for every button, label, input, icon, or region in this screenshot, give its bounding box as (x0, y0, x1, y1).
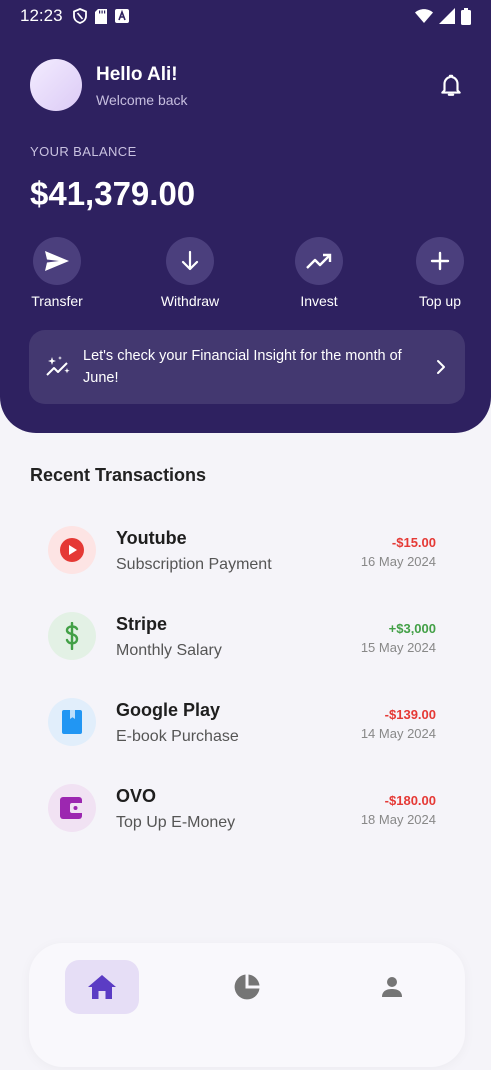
arrow-down-icon (181, 250, 199, 271)
avatar[interactable] (30, 59, 82, 111)
font-a-icon (114, 9, 129, 23)
book-icon-wrap (48, 698, 96, 746)
transfer-button[interactable]: Transfer (17, 237, 97, 309)
chevron-right-icon (437, 360, 445, 374)
wallet-icon (60, 797, 84, 819)
sd-card-icon (94, 8, 107, 24)
transfer-label: Transfer (31, 293, 83, 309)
withdraw-button[interactable]: Withdraw (150, 237, 230, 309)
plus-icon (430, 251, 450, 271)
transaction-amount: -$180.00 (384, 793, 436, 808)
transaction-description: E-book Purchase (116, 728, 239, 745)
financial-insight-card[interactable]: Let's check your Financial Insight for t… (29, 330, 465, 404)
topup-label: Top up (418, 293, 462, 309)
invest-label: Invest (300, 293, 338, 309)
invest-button[interactable]: Invest (279, 237, 359, 309)
transaction-name: OVO (116, 786, 157, 806)
send-icon (45, 251, 69, 271)
pie-chart-icon (234, 974, 260, 1000)
balance-value: $41,379.00 (30, 175, 196, 212)
transaction-row[interactable]: Stripe Monthly Salary +$3,000 15 May 202… (30, 594, 461, 680)
battery-icon (461, 7, 471, 25)
transaction-row[interactable]: Google Play E-book Purchase -$139.00 14 … (30, 680, 461, 766)
transaction-date: 15 May 2024 (360, 640, 436, 655)
person-icon (382, 977, 402, 997)
greeting-title: Hello Ali! (96, 64, 178, 85)
youtube-icon (60, 538, 84, 562)
youtube-icon-wrap (48, 526, 96, 574)
dollar-icon (65, 622, 79, 650)
transaction-amount: -$15.00 (391, 535, 436, 550)
trending-up-icon (306, 253, 332, 269)
nav-home-tab[interactable] (65, 960, 139, 1014)
dollar-icon-wrap (48, 612, 96, 660)
withdraw-label: Withdraw (160, 293, 220, 309)
wifi-icon (415, 9, 433, 23)
bell-icon[interactable] (438, 72, 464, 98)
status-time: 12:23 (20, 6, 63, 25)
topup-button[interactable]: Top up (400, 237, 480, 309)
status-bar: 12:23 (0, 0, 491, 32)
balance-label: YOUR BALANCE (30, 144, 137, 159)
insight-text: Let's check your Financial Insight for t… (83, 348, 402, 386)
greeting-subtitle: Welcome back (96, 92, 188, 108)
nav-profile-tab[interactable] (365, 960, 419, 1014)
transaction-name: Youtube (116, 528, 187, 548)
book-icon (62, 710, 82, 734)
transaction-date: 16 May 2024 (360, 554, 436, 569)
sparkle-chart-icon (46, 356, 70, 376)
home-icon (88, 975, 116, 999)
transaction-row[interactable]: OVO Top Up E-Money -$180.00 18 May 2024 (30, 766, 461, 852)
recent-transactions-title: Recent Transactions (30, 465, 207, 485)
transaction-amount: -$139.00 (384, 707, 436, 722)
bottom-navigation (29, 943, 465, 1067)
transaction-amount: +$3,000 (388, 621, 436, 636)
transaction-date: 18 May 2024 (360, 812, 436, 827)
transaction-name: Stripe (116, 614, 168, 634)
transaction-name: Google Play (116, 700, 221, 720)
nav-stats-tab[interactable] (220, 960, 274, 1014)
shield-icon (72, 8, 87, 24)
transaction-row[interactable]: Youtube Subscription Payment -$15.00 16 … (30, 508, 461, 594)
transaction-description: Top Up E-Money (116, 814, 236, 831)
transaction-description: Monthly Salary (116, 642, 222, 659)
signal-icon (439, 8, 455, 24)
wallet-icon-wrap (48, 784, 96, 832)
transaction-description: Subscription Payment (116, 556, 272, 573)
transaction-date: 14 May 2024 (360, 726, 436, 741)
balance-header: 12:23 Hello Ali! Welcome back YOUR BALAN… (0, 0, 491, 433)
